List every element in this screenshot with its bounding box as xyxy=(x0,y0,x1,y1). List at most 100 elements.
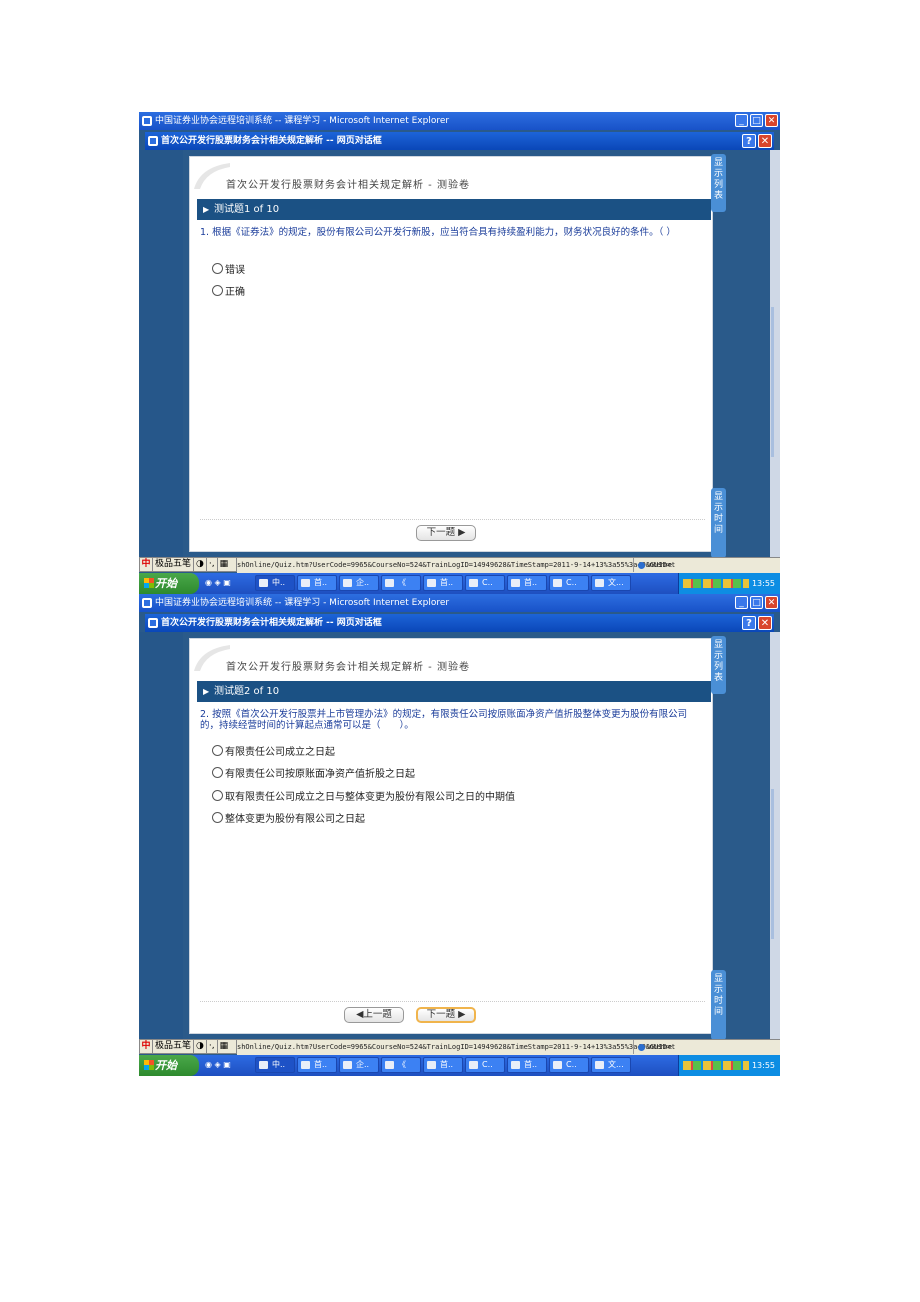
taskbar-item[interactable]: 文... xyxy=(591,575,631,591)
status-url: shOnline/Quiz.htm?UserCode=9965&CourseNo… xyxy=(237,1043,672,1051)
taskbar-item[interactable]: 首.. xyxy=(507,1057,547,1073)
close-icon[interactable]: ✕ xyxy=(765,114,778,127)
ime-logo: 中 xyxy=(141,1041,151,1051)
radio-icon[interactable] xyxy=(212,767,223,779)
minimize-icon[interactable]: _ xyxy=(735,114,748,127)
dialog-icon xyxy=(148,136,158,146)
taskbar-item[interactable]: 《 xyxy=(381,1057,421,1073)
status-bar: shOnline/Quiz.htm?UserCode=9965&CourseNo… xyxy=(237,1039,780,1055)
left-panel xyxy=(139,632,183,1042)
taskbar-item[interactable]: C.. xyxy=(549,575,589,591)
security-zone: Internet xyxy=(633,1040,778,1054)
radio-icon[interactable] xyxy=(212,744,223,756)
answer-option[interactable]: 错误 xyxy=(212,257,245,280)
ime-name: 极品五笔 xyxy=(152,558,193,571)
maximize-icon[interactable]: □ xyxy=(750,114,763,127)
question-text: 2. 按照《首次公开发行股票并上市管理办法》的规定，有限责任公司按原账面净资产值… xyxy=(200,709,688,731)
answer-option[interactable]: 取有限责任公司成立之日与整体变更为股份有限公司之日的中期值 xyxy=(212,784,515,807)
help-icon[interactable]: ? xyxy=(742,134,756,148)
ie-icon xyxy=(142,598,152,608)
ime-keyboard-icon[interactable]: ▦ xyxy=(216,558,231,571)
option-label: 有限责任公司按原账面净资产值折股之日起 xyxy=(225,769,415,781)
next-question-button[interactable]: 下一题 ▶ xyxy=(416,525,476,541)
left-panel xyxy=(139,150,183,560)
taskbar-item[interactable]: 首.. xyxy=(423,1057,463,1073)
taskbar-item[interactable]: 文... xyxy=(591,1057,631,1073)
taskbar-item[interactable]: 《 xyxy=(381,575,421,591)
taskbar-item[interactable]: 首.. xyxy=(423,575,463,591)
option-label: 正确 xyxy=(225,287,245,299)
radio-icon[interactable] xyxy=(212,262,223,274)
taskbar-item[interactable]: 首.. xyxy=(297,1057,337,1073)
close-icon[interactable]: ✕ xyxy=(765,596,778,609)
minimize-icon[interactable]: _ xyxy=(735,596,748,609)
clock: 13:55 xyxy=(751,1061,775,1070)
ie-title-bar: 中国证券业协会远程培训系统 -- 课程学习 - Microsoft Intern… xyxy=(139,112,780,130)
taskbar-item[interactable]: C.. xyxy=(465,575,505,591)
taskbar: 开始 ◉ ◈ ▣ 中.. 首.. 企.. 《 首.. C.. 首.. C.. 文… xyxy=(139,1055,780,1076)
status-bar: shOnline/Quiz.htm?UserCode=9965&CourseNo… xyxy=(237,557,780,573)
dialog-title-bar: 首次公开发行股票财务会计相关规定解析 -- 网页对话框 ? ✕ xyxy=(145,132,774,150)
ime-mode-icon[interactable]: ◑ xyxy=(193,558,206,571)
ime-mode-icon[interactable]: ◑ xyxy=(193,1040,206,1053)
dialog-icon xyxy=(148,618,158,628)
start-button[interactable]: 开始 xyxy=(139,1055,199,1076)
arrow-right-icon: ▶ xyxy=(203,205,210,214)
question-header: ▶ 测试题1 of 10 xyxy=(197,199,711,220)
taskbar-item[interactable]: 首.. xyxy=(507,575,547,591)
ime-toolbar[interactable]: 中 极品五笔 ◑ ·, ▦ xyxy=(139,1039,237,1054)
answer-options: 错误 正确 xyxy=(212,257,245,302)
windows-logo-icon xyxy=(144,1060,154,1070)
radio-icon[interactable] xyxy=(212,285,223,297)
option-label: 错误 xyxy=(225,264,245,276)
ie-window-title: 中国证券业协会远程培训系统 -- 课程学习 - Microsoft Intern… xyxy=(155,116,450,126)
system-tray: 13:55 xyxy=(678,1055,780,1076)
task-list: 中.. 首.. 企.. 《 首.. C.. 首.. C.. 文... xyxy=(255,1057,631,1073)
taskbar: 开始 ◉ ◈ ▣ 中.. 首.. 企.. 《 首.. C.. 首.. C.. 文… xyxy=(139,573,780,594)
answer-option[interactable]: 有限责任公司按原账面净资产值折股之日起 xyxy=(212,762,515,785)
ime-punct-icon[interactable]: ·, xyxy=(205,558,217,571)
system-tray: 13:55 xyxy=(678,573,780,594)
radio-icon[interactable] xyxy=(212,812,223,824)
taskbar-item[interactable]: 中.. xyxy=(255,575,295,591)
taskbar-item[interactable]: 企.. xyxy=(339,1057,379,1073)
scrollbar[interactable] xyxy=(771,307,774,457)
security-zone: Internet xyxy=(633,558,778,572)
ie-icon xyxy=(142,116,152,126)
next-question-button[interactable]: 下一题 ▶ xyxy=(416,1007,476,1023)
ime-name: 极品五笔 xyxy=(152,1040,193,1053)
tray-icons[interactable] xyxy=(683,579,749,588)
quick-launch[interactable]: ◉ ◈ ▣ xyxy=(205,1060,231,1069)
quiz-content: 首次公开发行股票财务会计相关规定解析 - 测验卷 ▶ 测试题2 of 10 2.… xyxy=(189,638,713,1034)
taskbar-item[interactable]: 首.. xyxy=(297,575,337,591)
taskbar-item[interactable]: 中.. xyxy=(255,1057,295,1073)
answer-option[interactable]: 正确 xyxy=(212,280,245,303)
ime-keyboard-icon[interactable]: ▦ xyxy=(216,1040,231,1053)
show-list-tab[interactable]: 显 示 列 表 xyxy=(711,636,726,694)
answer-option[interactable]: 整体变更为股份有限公司之日起 xyxy=(212,807,515,830)
quick-launch[interactable]: ◉ ◈ ▣ xyxy=(205,578,231,587)
dialog-close-icon[interactable]: ✕ xyxy=(758,616,772,630)
start-button[interactable]: 开始 xyxy=(139,573,199,594)
help-icon[interactable]: ? xyxy=(742,616,756,630)
ime-logo: 中 xyxy=(141,559,151,569)
answer-option[interactable]: 有限责任公司成立之日起 xyxy=(212,739,515,762)
prev-question-button[interactable]: ◀上一题 xyxy=(344,1007,404,1023)
answer-options: 有限责任公司成立之日起 有限责任公司按原账面净资产值折股之日起 取有限责任公司成… xyxy=(212,739,515,829)
taskbar-item[interactable]: 企.. xyxy=(339,575,379,591)
dialog-close-icon[interactable]: ✕ xyxy=(758,134,772,148)
ime-toolbar[interactable]: 中 极品五笔 ◑ ·, ▦ xyxy=(139,557,237,572)
taskbar-item[interactable]: C.. xyxy=(549,1057,589,1073)
taskbar-item[interactable]: C.. xyxy=(465,1057,505,1073)
page-title: 首次公开发行股票财务会计相关规定解析 - 测验卷 xyxy=(226,180,470,191)
tray-icons[interactable] xyxy=(683,1061,749,1070)
radio-icon[interactable] xyxy=(212,789,223,801)
show-time-tab[interactable]: 显 示 时 间 xyxy=(711,970,726,1040)
show-list-tab[interactable]: 显 示 列 表 xyxy=(711,154,726,212)
question-text: 1. 根据《证券法》的规定，股份有限公司公开发行新股，应当符合具有持续盈利能力，… xyxy=(200,227,676,238)
show-time-tab[interactable]: 显 示 时 间 xyxy=(711,488,726,558)
scrollbar[interactable] xyxy=(771,789,774,939)
question-number: 测试题2 of 10 xyxy=(214,686,280,697)
ime-punct-icon[interactable]: ·, xyxy=(205,1040,217,1053)
maximize-icon[interactable]: □ xyxy=(750,596,763,609)
